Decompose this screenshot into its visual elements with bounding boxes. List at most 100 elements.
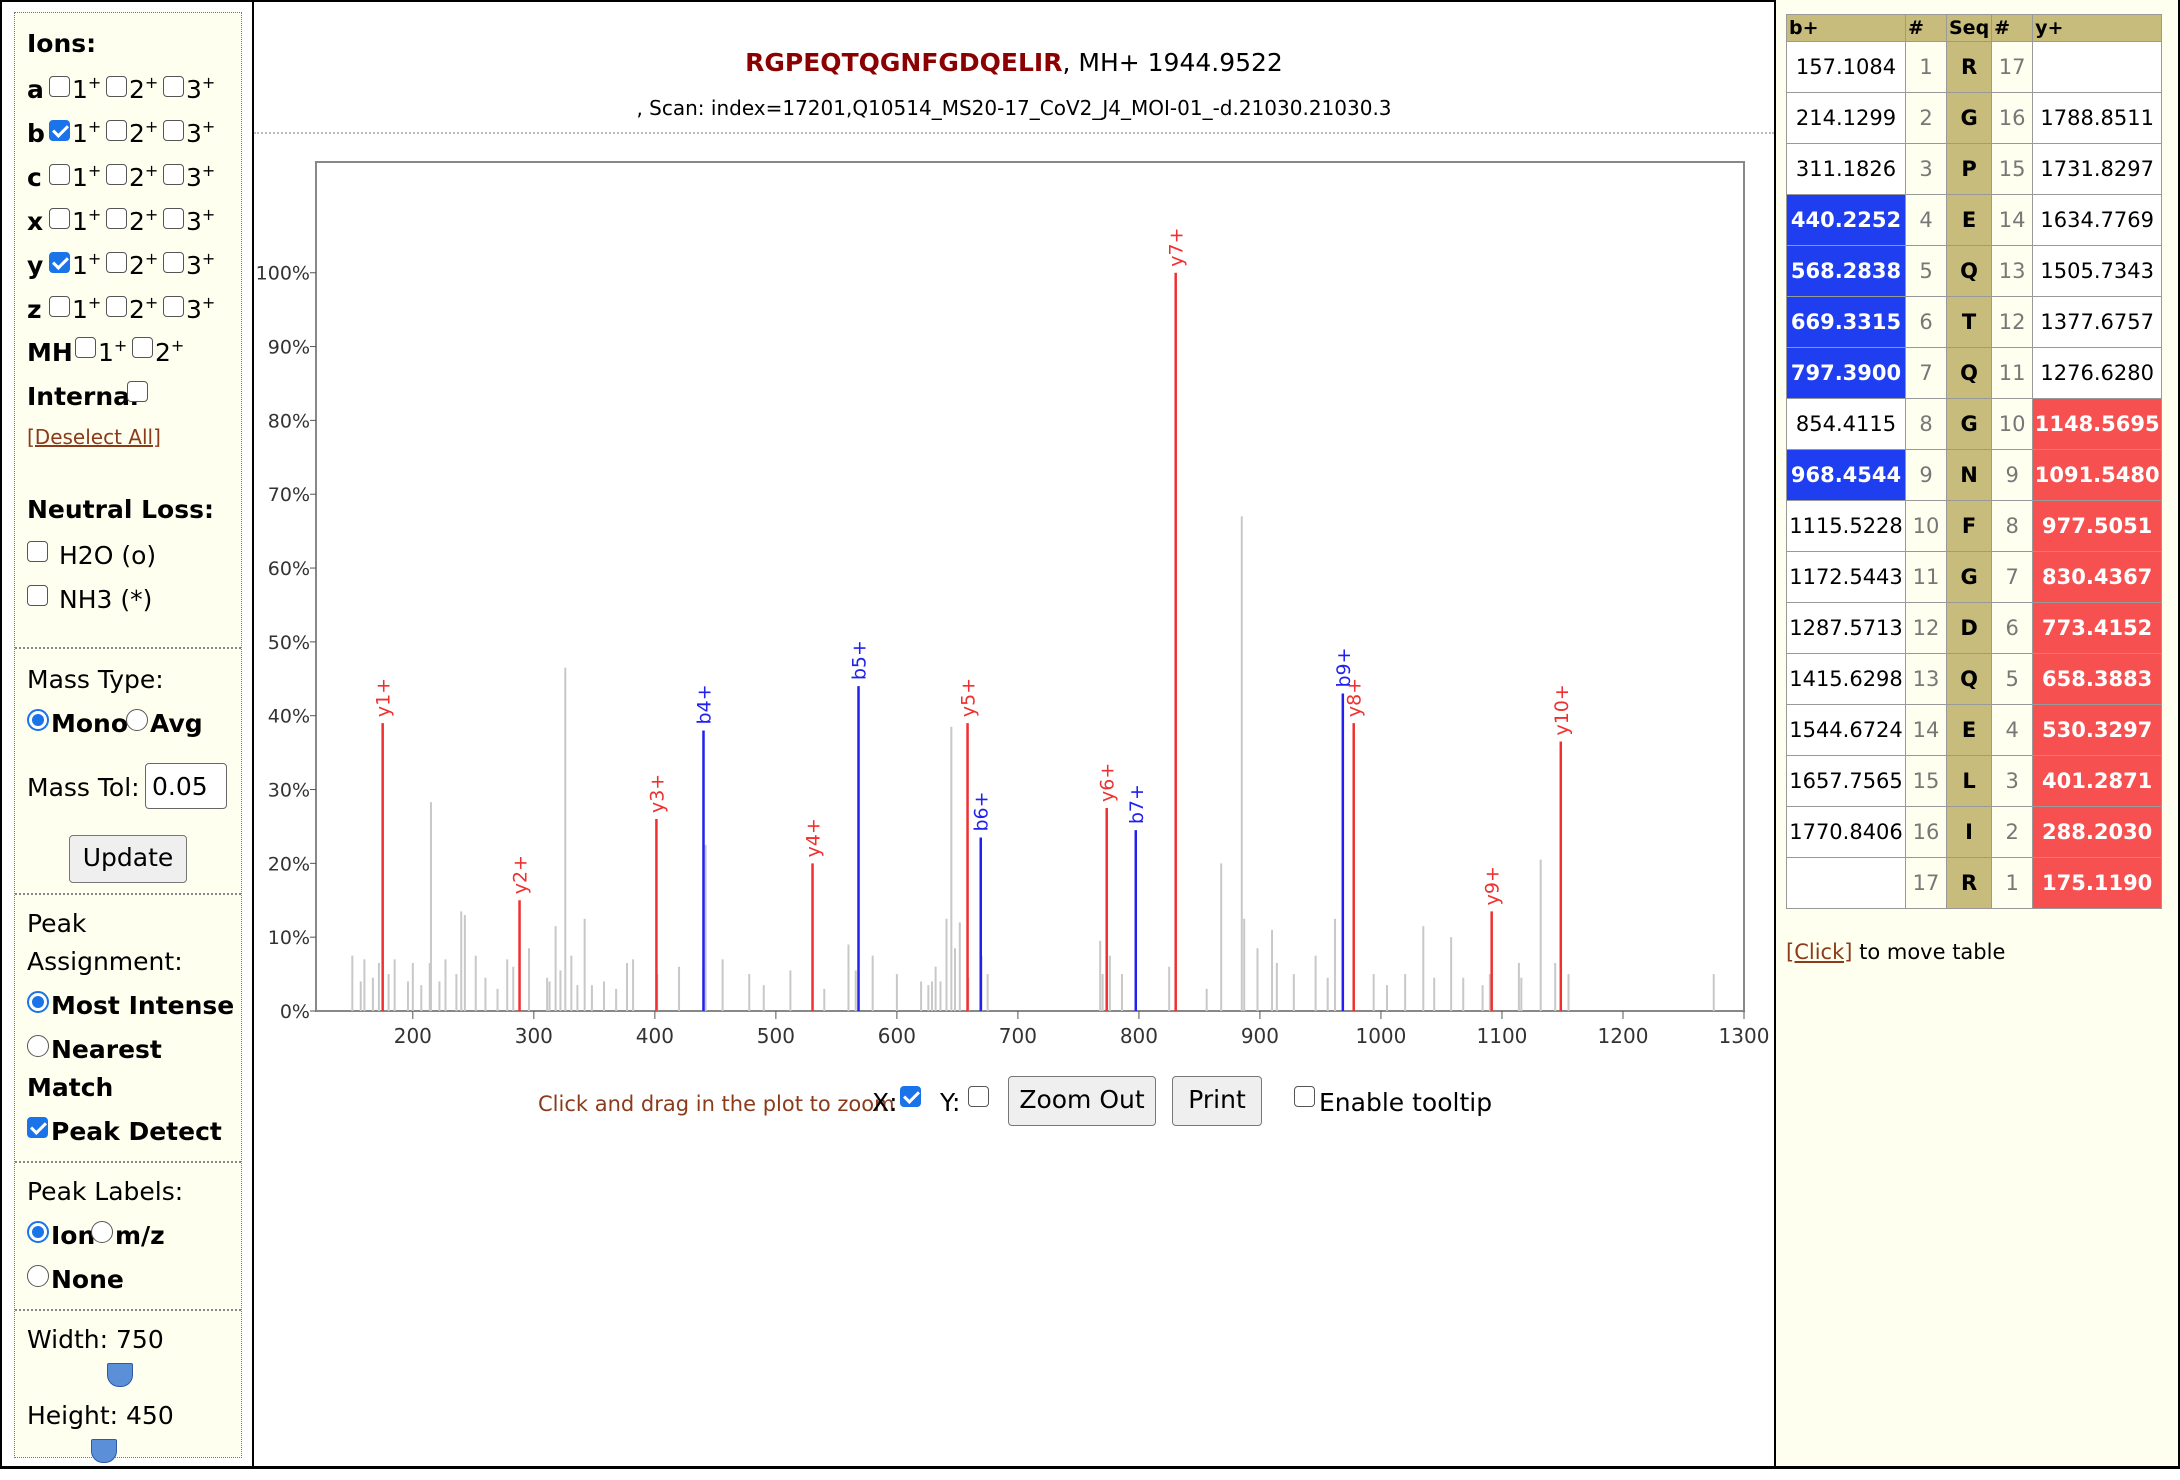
y-index-cell: 1 — [1991, 857, 2034, 909]
peak-assignment-section-divider — [15, 893, 241, 895]
ion-c-2plus-checkbox[interactable] — [106, 164, 127, 185]
h2o-loss-checkbox[interactable] — [27, 541, 48, 562]
ion-b-2plus-label: 2+ — [129, 117, 159, 148]
ion-y-3plus-checkbox[interactable] — [163, 252, 184, 273]
ion-x-2plus-checkbox[interactable] — [106, 208, 127, 229]
fragment-ion-table[interactable]: b+ # Seq # y+ 157.1084 1 R 17 214.1299 2 G 16 17… — [1786, 14, 2163, 909]
y-ion-cell: 1148.5695 — [2032, 398, 2163, 450]
zoom-x-checkbox[interactable] — [900, 1086, 921, 1107]
ion-y-3plus-label: 3+ — [186, 249, 216, 280]
label-mz-text: m/z — [115, 1221, 165, 1250]
zoom-hint: Click and drag in the plot to zoom — [538, 1092, 895, 1116]
zoom-y-checkbox[interactable] — [968, 1086, 989, 1107]
spectrum-chart[interactable]: 200 300 400 500 600 700 800 900 1000 1100 1200 1300… — [254, 140, 1774, 1070]
b-ion-cell: 854.4115 — [1786, 398, 1906, 450]
ion-a-2plus-checkbox[interactable] — [106, 76, 127, 97]
y-ion-cell: 1731.8297 — [2032, 143, 2163, 195]
y-ion-cell: 401.2871 — [2032, 755, 2163, 807]
deselect-all-link[interactable]: [Deselect All] — [27, 425, 161, 449]
x-tick-label: 1200 — [1598, 1024, 1649, 1048]
zoom-out-button[interactable]: Zoom Out — [1008, 1076, 1156, 1126]
mh-2plus-checkbox[interactable] — [132, 337, 153, 358]
b-ion-cell: 311.1826 — [1786, 143, 1906, 195]
b-index-cell: 13 — [1905, 653, 1947, 705]
ion-b-2plus-checkbox[interactable] — [106, 120, 127, 141]
ion-z-2plus-checkbox[interactable] — [106, 296, 127, 317]
ion-z-label: z — [27, 295, 42, 324]
options-panel: Ions: a 1+ 2+ 3+ b 1+ 2+ 3+ c 1+ 2+ 3+ x 1+ 2+ 3+ y 1+ 2+ 3… — [14, 12, 242, 1463]
nearest-match-radio[interactable] — [27, 1035, 49, 1057]
y-tick-label: 50% — [268, 632, 310, 654]
ion-c-3plus-checkbox[interactable] — [163, 164, 184, 185]
residue-cell: F — [1945, 500, 1993, 552]
peak-label: y7+ — [1166, 227, 1188, 266]
mass-type-heading: Mass Type: — [27, 665, 164, 694]
y-tick-label: 20% — [268, 853, 310, 875]
print-button[interactable]: Print — [1172, 1076, 1262, 1126]
residue-cell: G — [1945, 92, 1993, 144]
nh3-loss-checkbox[interactable] — [27, 585, 48, 606]
x-tick-label: 800 — [1120, 1024, 1158, 1048]
ion-z-3plus-checkbox[interactable] — [163, 296, 184, 317]
b-index-cell: 2 — [1905, 92, 1947, 144]
label-mz-radio[interactable] — [91, 1221, 113, 1243]
ion-b-1plus-checkbox[interactable] — [49, 120, 70, 141]
ion-x-1plus-checkbox[interactable] — [49, 208, 70, 229]
size-section-divider — [15, 1309, 241, 1311]
peak-assignment-heading: Peak — [27, 909, 87, 938]
ion-y-1plus-checkbox[interactable] — [49, 252, 70, 273]
label-ion-radio[interactable] — [27, 1221, 49, 1243]
mono-radio[interactable] — [27, 709, 49, 731]
most-intense-radio[interactable] — [27, 991, 49, 1013]
ion-y-2plus-label: 2+ — [129, 249, 159, 280]
peak-assignment-heading-cont: Assignment: — [27, 947, 183, 976]
ion-c-3plus-label: 3+ — [186, 161, 216, 192]
table-row: 1657.7565 15 L 3 401.2871 — [1786, 755, 2163, 807]
table-header-b: b+ — [1786, 14, 1906, 42]
b-ion-cell: 968.4544 — [1786, 449, 1906, 501]
internal-checkbox[interactable] — [127, 381, 148, 402]
x-tick-label: 900 — [1241, 1024, 1279, 1048]
ion-z-2plus-label: 2+ — [129, 293, 159, 324]
update-button[interactable]: Update — [69, 835, 187, 883]
x-tick-label: 1100 — [1477, 1024, 1528, 1048]
residue-cell: R — [1945, 41, 1993, 93]
residue-cell: G — [1945, 398, 1993, 450]
b-ion-cell: 1657.7565 — [1786, 755, 1906, 807]
move-table-link[interactable]: [Click] — [1786, 940, 1852, 964]
scan-info: , Scan: index=17201,Q10514_MS20-17_CoV2_… — [636, 96, 1392, 120]
y-index-cell: 11 — [1991, 347, 2034, 399]
ion-z-1plus-label: 1+ — [72, 293, 102, 324]
ion-a-3plus-checkbox[interactable] — [163, 76, 184, 97]
mass-tol-input[interactable]: 0.05 — [145, 763, 227, 809]
y-tick-label: 40% — [268, 706, 310, 728]
ion-x-3plus-checkbox[interactable] — [163, 208, 184, 229]
b-index-cell: 17 — [1905, 857, 1947, 909]
ion-a-2plus-label: 2+ — [129, 73, 159, 104]
residue-cell: E — [1945, 194, 1993, 246]
peak-detect-checkbox[interactable] — [27, 1117, 48, 1138]
avg-radio[interactable] — [126, 709, 148, 731]
enable-tooltip-checkbox[interactable] — [1294, 1086, 1315, 1107]
ion-y-2plus-checkbox[interactable] — [106, 252, 127, 273]
y-index-cell: 3 — [1991, 755, 2034, 807]
b-ion-cell: 797.3900 — [1786, 347, 1906, 399]
b-ion-cell — [1786, 857, 1906, 909]
label-none-radio[interactable] — [27, 1265, 49, 1287]
b-ion-cell: 1770.8406 — [1786, 806, 1906, 858]
ion-y-1plus-label: 1+ — [72, 249, 102, 280]
ion-z-1plus-checkbox[interactable] — [49, 296, 70, 317]
b-ion-cell: 568.2838 — [1786, 245, 1906, 297]
y-ion-cell: 288.2030 — [2032, 806, 2163, 858]
ion-b-3plus-checkbox[interactable] — [163, 120, 184, 141]
b-index-cell: 16 — [1905, 806, 1947, 858]
table-row: 854.4115 8 G 10 1148.5695 — [1786, 398, 2163, 450]
peak-labels-section-divider — [15, 1161, 241, 1163]
width-slider-handle[interactable] — [107, 1363, 133, 1387]
height-slider-handle[interactable] — [91, 1439, 117, 1463]
ion-c-1plus-checkbox[interactable] — [49, 164, 70, 185]
mh-1plus-checkbox[interactable] — [75, 337, 96, 358]
ion-a-1plus-checkbox[interactable] — [49, 76, 70, 97]
peak-label: y1+ — [373, 678, 395, 717]
peak-label: y4+ — [803, 818, 825, 857]
